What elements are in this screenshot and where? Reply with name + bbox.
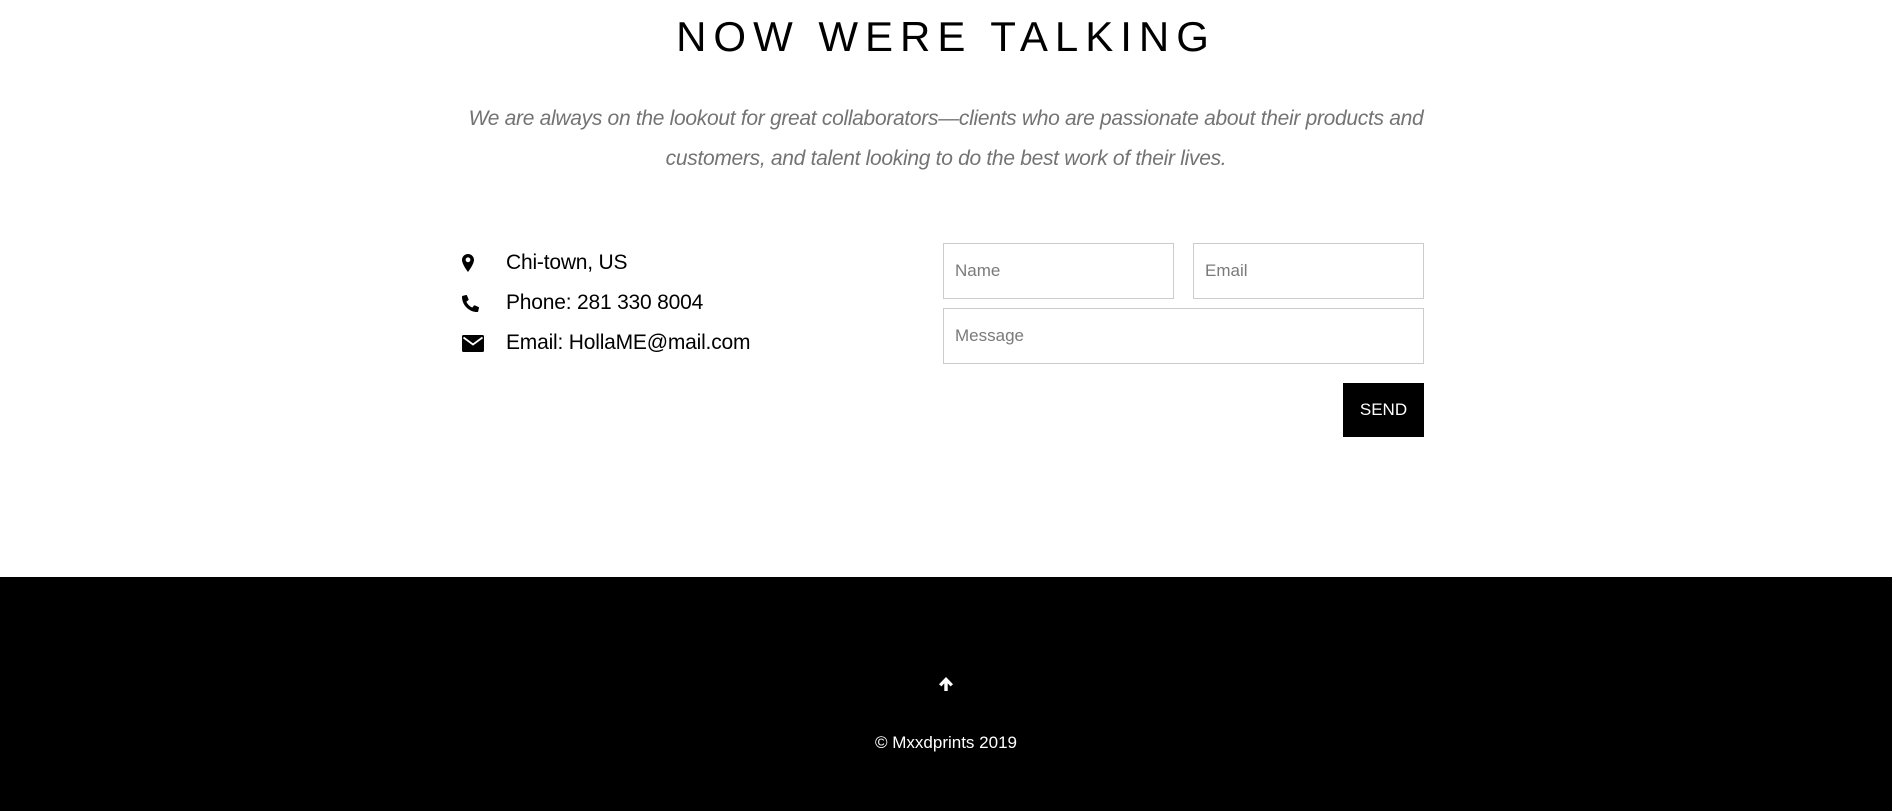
back-to-top-button[interactable] — [936, 674, 956, 694]
footer: © Mxxdprints 2019 — [0, 577, 1892, 811]
intro-line-1: We are always on the lookout for great c… — [468, 107, 1424, 130]
contact-info-location: Chi-town, US — [462, 243, 750, 283]
map-marker-icon — [462, 251, 506, 275]
envelope-icon — [462, 331, 506, 355]
send-button[interactable]: SEND — [1343, 383, 1424, 437]
email-field[interactable] — [1193, 243, 1424, 299]
name-field[interactable] — [943, 243, 1174, 299]
contact-info-list: Chi-town, US Phone: 281 330 8004 Email: … — [462, 243, 750, 363]
contact-info-phone: Phone: 281 330 8004 — [462, 283, 750, 323]
intro-line-2: customers, and talent looking to do the … — [665, 147, 1227, 170]
email-text: Email: HollaME@mail.com — [506, 331, 751, 354]
contact-info-email: Email: HollaME@mail.com — [462, 323, 750, 363]
copyright-text: © Mxxdprints 2019 — [875, 733, 1017, 752]
arrow-up-icon — [939, 677, 953, 691]
message-field[interactable] — [943, 308, 1424, 364]
phone-text: Phone: 281 330 8004 — [506, 291, 704, 314]
section-title: NOW WERE TALKING — [676, 13, 1216, 60]
contact-form: SEND — [943, 243, 1424, 438]
phone-icon — [462, 291, 506, 315]
section-intro: We are always on the lookout for great c… — [446, 99, 1446, 179]
contact-section: NOW WERE TALKING We are always on the lo… — [0, 0, 1892, 577]
location-text: Chi-town, US — [506, 251, 628, 274]
